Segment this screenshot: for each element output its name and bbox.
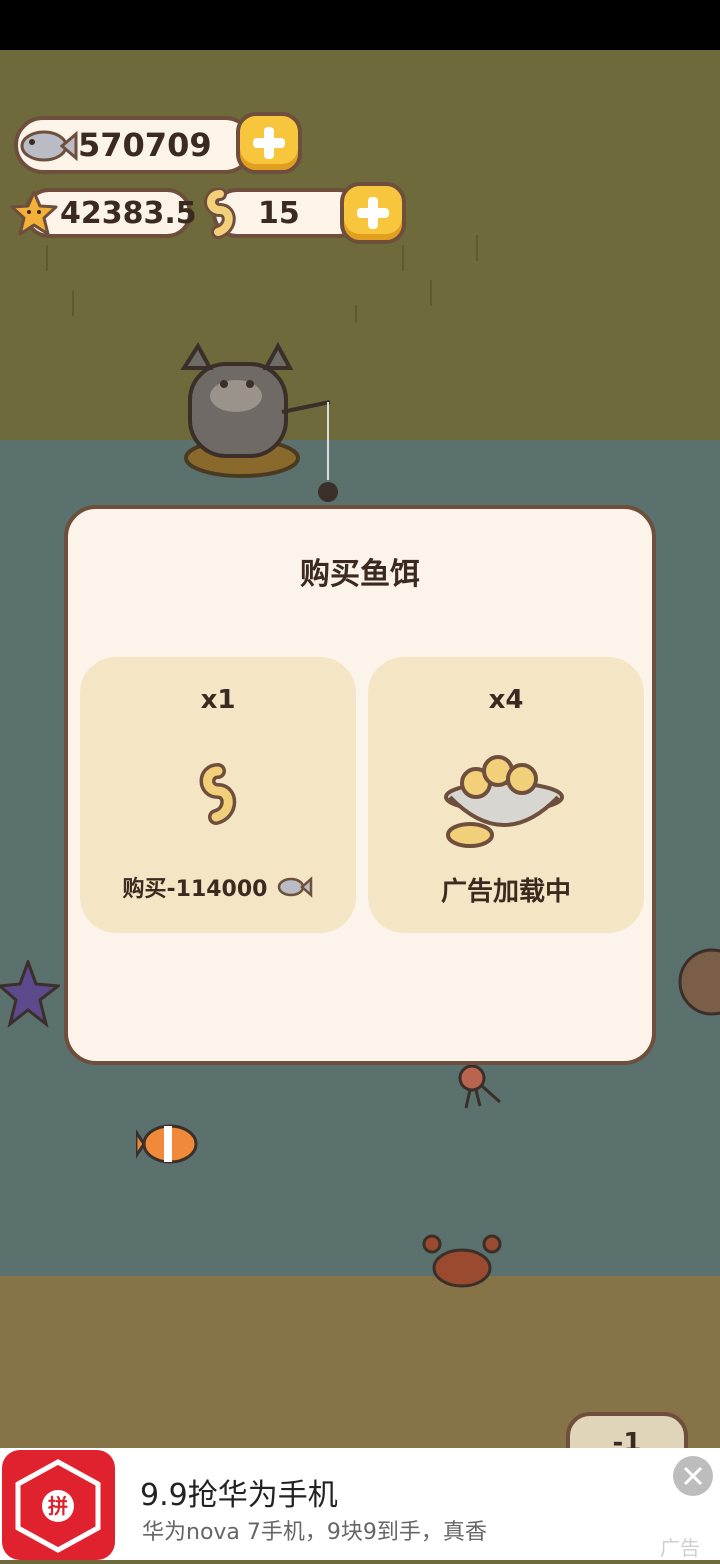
close-icon bbox=[683, 1466, 703, 1486]
cat-fishing-sprite bbox=[180, 341, 338, 502]
ad-title[interactable]: 9.9抢华为手机 bbox=[140, 1470, 338, 1514]
buy-price-text: 购买-114000 bbox=[122, 877, 268, 902]
crab-sprite bbox=[422, 1234, 502, 1288]
buy-single-bait-option[interactable]: x1 购买-114000 bbox=[80, 657, 356, 933]
buy-price-label: 购买-114000 bbox=[80, 871, 356, 903]
status-bar bbox=[0, 0, 720, 50]
ad-loading-label: 广告加载中 bbox=[440, 877, 571, 907]
add-fish-coins-button[interactable] bbox=[236, 112, 302, 174]
fish-coin-value: 570709 bbox=[78, 126, 212, 164]
watch-ad-bait-option[interactable]: x4 广告加载中 bbox=[368, 657, 644, 933]
plus-icon bbox=[357, 197, 389, 229]
option-quantity: x1 bbox=[200, 685, 236, 715]
bowl-of-worms-icon bbox=[444, 755, 564, 848]
pufferfish-sprite bbox=[678, 948, 720, 1016]
star-icon bbox=[10, 190, 58, 236]
grass-blade bbox=[72, 290, 74, 316]
ad-close-button[interactable] bbox=[673, 1456, 713, 1496]
plus-icon bbox=[253, 127, 285, 159]
grass-blade bbox=[46, 245, 48, 271]
ad-label: 广告 bbox=[660, 1536, 700, 1560]
option-quantity: x4 bbox=[488, 685, 524, 715]
grass-blade bbox=[430, 280, 432, 306]
starfish-sprite bbox=[0, 960, 60, 1028]
ad-app-logo[interactable]: 拼 bbox=[2, 1450, 115, 1560]
bait-worm-icon bbox=[204, 188, 236, 239]
grass-blade bbox=[355, 305, 357, 323]
buy-bait-dialog: 购买鱼饵 x1 购买-114000 x4 广告加载中 bbox=[64, 505, 656, 1065]
single-worm-icon bbox=[199, 763, 237, 825]
bait-value: 15 bbox=[258, 195, 300, 231]
ad-description[interactable]: 华为nova 7手机，9块9到手，真香 bbox=[142, 1514, 487, 1546]
clownfish-sprite bbox=[136, 1124, 198, 1164]
squid-sprite bbox=[458, 1064, 501, 1109]
grass-blade bbox=[402, 245, 404, 271]
fish-coin-icon bbox=[278, 876, 313, 898]
add-bait-button[interactable] bbox=[340, 182, 406, 244]
shore-grass bbox=[0, 50, 720, 442]
dialog-title: 购买鱼饵 bbox=[300, 557, 420, 592]
star-value: 42383.5 bbox=[60, 195, 197, 231]
logo-glyph: 拼 bbox=[48, 1494, 68, 1518]
grass-blade bbox=[476, 235, 478, 261]
pinduoduo-logo-icon: 拼 bbox=[15, 1459, 101, 1553]
fish-coin-icon bbox=[20, 130, 78, 162]
